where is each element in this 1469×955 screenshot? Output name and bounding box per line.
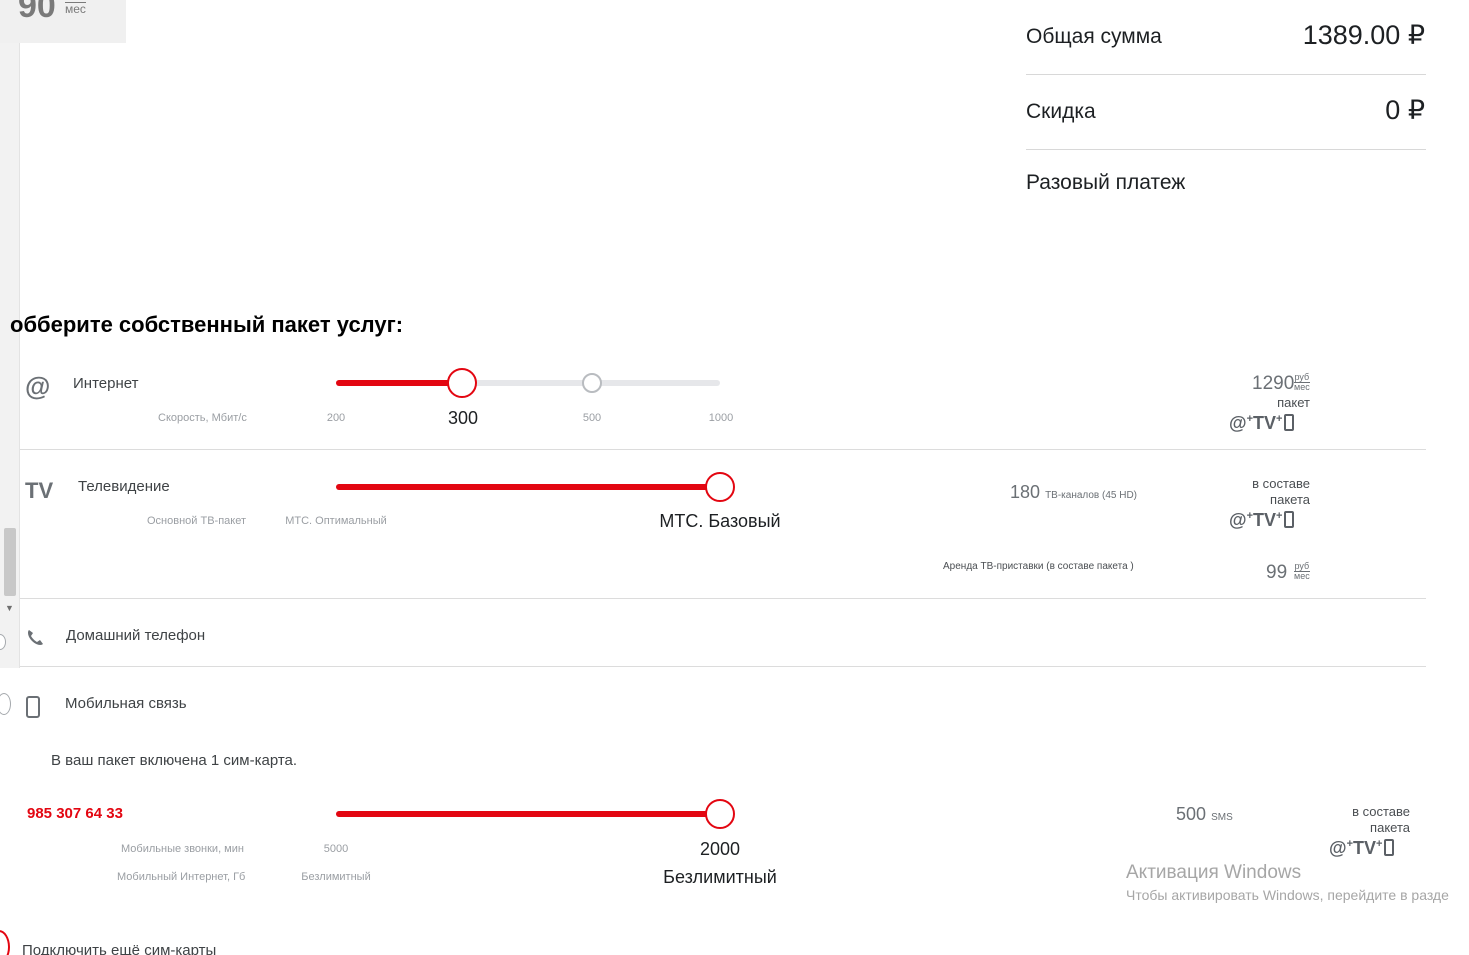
tv-included-line2: пакета (1270, 492, 1310, 507)
bundle-combo-icon: @+TV+ (1229, 510, 1295, 531)
tv-package-label: Основной ТВ-пакет (147, 515, 247, 527)
tv-tick-optimal[interactable]: МТС. Оптимальный (285, 515, 387, 527)
mobile-calls-tick-min[interactable]: 5000 (324, 843, 348, 855)
bundle-combo-icon: @+TV+ (1229, 413, 1295, 434)
tariff-price-value: 90 (18, 0, 56, 25)
onetime-payment-label: Разовый платеж (1026, 171, 1186, 194)
mobile-icon (1284, 414, 1295, 431)
divider (20, 449, 1426, 450)
add-sim-icon[interactable] (0, 930, 10, 955)
divider (20, 598, 1426, 599)
home-phone-label[interactable]: Домашний телефон (66, 627, 205, 644)
internet-package-price: 1290 (1252, 373, 1295, 394)
tv-box-rent-label: Аренда ТВ-приставки (в составе пакета ) (943, 561, 1134, 572)
price-unit-bottom: мес (65, 2, 86, 16)
divider (1026, 74, 1426, 75)
internet-tick-200[interactable]: 200 (327, 412, 345, 424)
mobile-label: Мобильная связь (65, 695, 187, 712)
tariff-price-unit: руб мес (65, 2, 86, 15)
mobile-icon (1384, 839, 1395, 856)
add-sim-link[interactable]: Подключить ещё сим-карты (22, 942, 216, 955)
at-icon: @ (25, 371, 51, 401)
tv-included-line1: в составе (1252, 476, 1310, 491)
mobile-internet-label: Мобильный Интернет, Гб (117, 871, 246, 883)
total-value: 1389.00 ₽ (1302, 20, 1425, 50)
tv-icon: TV (1353, 838, 1377, 858)
sms-count: 500 SMS (1176, 804, 1233, 825)
channels-number: 180 (1010, 482, 1041, 502)
internet-speed-step-500[interactable] (582, 373, 602, 393)
windows-activation-subtitle: Чтобы активировать Windows, перейдите в … (1126, 887, 1449, 903)
tv-channels-count: 180 ТВ-каналов (45 HD) (1010, 482, 1137, 503)
divider (1026, 149, 1426, 150)
internet-tick-500[interactable]: 500 (583, 412, 601, 424)
internet-speed-slider-handle[interactable] (447, 368, 477, 398)
divider (20, 666, 1426, 667)
tv-box-rent-unit: руб мес (1294, 562, 1310, 581)
internet-speed-label: Скорость, Мбит/с (158, 412, 247, 424)
sim-phone-number[interactable]: 985 307 64 33 (27, 805, 123, 822)
internet-label: Интернет (73, 375, 139, 392)
discount-label: Скидка (1026, 100, 1096, 123)
price-unit-bottom: мес (1294, 382, 1310, 392)
tv-package-slider-fill (336, 484, 720, 490)
internet-price-unit: руб мес (1294, 373, 1310, 392)
channels-note: ТВ-каналов (45 HD) (1045, 490, 1138, 501)
at-icon: @ (1229, 413, 1247, 433)
bundle-combo-icon: @+TV+ (1329, 838, 1395, 859)
mobile-tariff-slider-handle[interactable] (705, 799, 735, 829)
tv-tick-basic-selected[interactable]: МТС. Базовый (659, 511, 780, 532)
section-heading: обберите собственный пакет услуг: (10, 312, 404, 337)
price-unit-bottom: мес (1294, 571, 1310, 581)
tv-label: Телевидение (78, 478, 170, 495)
mobile-internet-selected[interactable]: Безлимитный (663, 867, 777, 888)
tv-icon: TV (25, 478, 54, 503)
mobile-included-line1: в составе (1352, 804, 1410, 819)
mobile-icon (1284, 511, 1295, 528)
mobile-icon (26, 696, 40, 718)
internet-tick-1000[interactable]: 1000 (709, 412, 733, 424)
discount-value: 0 ₽ (1385, 95, 1425, 125)
tv-package-slider-handle[interactable] (705, 472, 735, 502)
mobile-toggle[interactable] (0, 693, 11, 715)
plus-icon: + (1276, 413, 1283, 425)
sms-unit: SMS (1211, 812, 1233, 823)
phone-icon (28, 630, 43, 645)
tv-box-rent-price: 99 (1266, 562, 1288, 583)
scrollbar-thumb[interactable] (4, 528, 16, 596)
at-icon: @ (1329, 838, 1347, 858)
mobile-included-line2: пакета (1370, 820, 1410, 835)
at-icon: @ (1229, 510, 1247, 530)
sms-number: 500 (1176, 804, 1207, 824)
mobile-tariff-slider-fill (336, 811, 720, 817)
internet-price-note: пакет (1277, 395, 1310, 410)
tv-icon: TV (1253, 510, 1277, 530)
windows-activation-title: Активация Windows (1126, 862, 1302, 883)
mobile-calls-selected[interactable]: 2000 (700, 839, 740, 860)
mobile-internet-tick-min[interactable]: Безлимитный (301, 871, 370, 883)
internet-speed-slider-fill (336, 380, 462, 386)
sim-included-text: В ваш пакет включена 1 сим-карта. (51, 752, 298, 769)
plus-icon: + (1376, 838, 1383, 850)
internet-tick-300-selected[interactable]: 300 (448, 408, 478, 429)
plus-icon: + (1276, 510, 1283, 522)
tv-icon: TV (1253, 413, 1277, 433)
mobile-calls-label: Мобильные звонки, мин (121, 843, 244, 855)
scroll-down-arrow-icon[interactable]: ▼ (5, 603, 14, 613)
